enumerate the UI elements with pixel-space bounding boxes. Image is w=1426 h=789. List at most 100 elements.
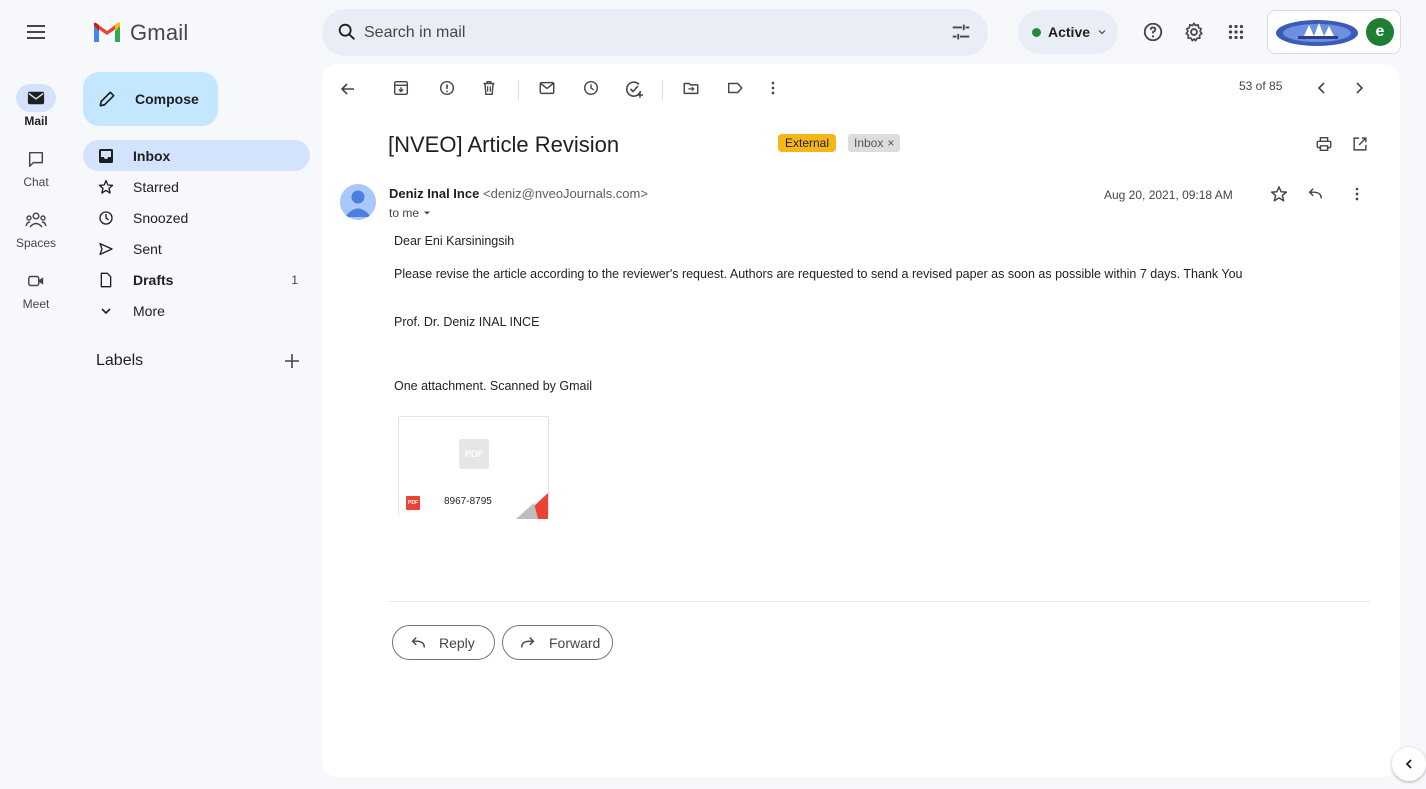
compose-label: Compose bbox=[135, 91, 199, 107]
reply-icon-button[interactable] bbox=[1306, 185, 1324, 203]
person-icon bbox=[345, 190, 371, 217]
help-icon bbox=[1143, 22, 1163, 42]
send-icon bbox=[97, 241, 115, 257]
search-icon[interactable] bbox=[336, 21, 358, 43]
settings-button[interactable] bbox=[1183, 21, 1205, 43]
more-actions-button[interactable] bbox=[764, 79, 782, 97]
reply-icon bbox=[1308, 188, 1323, 199]
star-button[interactable] bbox=[1270, 185, 1288, 203]
sender-avatar[interactable] bbox=[340, 184, 376, 220]
open-in-new-window-button[interactable] bbox=[1351, 135, 1369, 153]
apps-button[interactable] bbox=[1225, 21, 1247, 43]
print-icon bbox=[1316, 136, 1332, 152]
report-spam-icon bbox=[439, 80, 455, 96]
toolbar-divider bbox=[518, 80, 519, 100]
sidebar-item-label: Sent bbox=[133, 240, 162, 257]
rail-label: Mail bbox=[24, 114, 48, 128]
sidebar-item-label: Inbox bbox=[133, 147, 171, 164]
add-task-icon bbox=[625, 81, 643, 98]
toolbar-divider bbox=[662, 80, 663, 100]
mark-unread-button[interactable] bbox=[538, 79, 556, 97]
message-divider bbox=[389, 601, 1370, 602]
rail-item-mail[interactable]: Mail bbox=[0, 84, 72, 128]
rail-item-meet[interactable]: Meet bbox=[0, 267, 72, 311]
back-button[interactable] bbox=[338, 79, 358, 99]
external-tag: External bbox=[778, 134, 837, 152]
gmail-m-icon bbox=[94, 22, 120, 42]
pdf-preview-icon: PDF bbox=[459, 439, 489, 469]
attachments-summary: One attachment. Scanned by Gmail bbox=[394, 379, 593, 393]
create-label-button[interactable] bbox=[282, 351, 302, 371]
snooze-button[interactable] bbox=[582, 79, 600, 97]
sidebar-item-sent[interactable]: Sent bbox=[83, 233, 310, 264]
sidebar-item-label: Drafts bbox=[133, 271, 174, 288]
forward-icon bbox=[520, 636, 535, 648]
remove-label-icon[interactable]: × bbox=[887, 136, 894, 150]
avatar: e bbox=[1366, 18, 1394, 46]
attachment-card[interactable]: PDF PDF 8967-8795 bbox=[398, 416, 549, 519]
forward-button[interactable]: Forward bbox=[502, 625, 613, 660]
sender-name[interactable]: Deniz Inal Ince bbox=[389, 186, 479, 201]
delete-icon bbox=[483, 80, 495, 96]
rail-item-spaces[interactable]: Spaces bbox=[0, 206, 72, 250]
show-side-panel-button[interactable] bbox=[1392, 747, 1426, 781]
report-spam-button[interactable] bbox=[438, 79, 456, 97]
sidebar-item-label: Starred bbox=[133, 178, 179, 195]
message-more-button[interactable] bbox=[1348, 185, 1366, 203]
sidebar-item-snoozed[interactable]: Snoozed bbox=[83, 202, 310, 233]
compose-button[interactable]: Compose bbox=[83, 72, 218, 126]
open-in-new-icon bbox=[1353, 137, 1367, 151]
gmail-logo[interactable]: Gmail bbox=[92, 20, 188, 46]
label-button[interactable] bbox=[726, 79, 744, 97]
search-input[interactable] bbox=[364, 21, 924, 45]
back-icon bbox=[340, 83, 354, 95]
help-button[interactable] bbox=[1142, 21, 1164, 43]
add-task-button[interactable] bbox=[624, 79, 644, 99]
email-body-paragraph: Please revise the article according to t… bbox=[394, 267, 1243, 281]
reply-button[interactable]: Reply bbox=[392, 625, 495, 660]
page-curl-icon bbox=[516, 493, 548, 519]
mark-unread-icon bbox=[539, 81, 555, 95]
sidebar-item-inbox[interactable]: Inbox bbox=[83, 140, 310, 171]
account-button[interactable]: e bbox=[1267, 10, 1401, 54]
app-name: Gmail bbox=[130, 20, 189, 45]
status-selector[interactable]: Active bbox=[1018, 10, 1118, 54]
sidebar-item-drafts[interactable]: Drafts 1 bbox=[83, 264, 310, 295]
meet-icon bbox=[16, 267, 56, 295]
search-bar[interactable] bbox=[322, 9, 988, 56]
delete-button[interactable] bbox=[480, 79, 498, 97]
rail-item-chat[interactable]: Chat bbox=[0, 145, 72, 189]
newer-message-button[interactable] bbox=[1312, 78, 1332, 98]
message-date: Aug 20, 2021, 09:18 AM bbox=[1104, 188, 1233, 202]
older-message-button[interactable] bbox=[1349, 78, 1369, 98]
recipient-details-toggle[interactable]: to me bbox=[389, 206, 432, 220]
move-to-icon bbox=[683, 82, 699, 95]
pdf-file-icon: PDF bbox=[406, 496, 420, 510]
main-menu-button[interactable] bbox=[24, 20, 48, 44]
star-icon bbox=[97, 179, 115, 195]
reply-label: Reply bbox=[439, 634, 475, 651]
search-options-icon[interactable] bbox=[950, 21, 972, 43]
caret-down-icon bbox=[424, 211, 431, 215]
top-bar: Gmail Active e bbox=[0, 0, 1426, 64]
gear-icon bbox=[1185, 22, 1203, 42]
spaces-icon bbox=[16, 206, 56, 234]
move-to-button[interactable] bbox=[682, 79, 700, 97]
sidebar-item-starred[interactable]: Starred bbox=[83, 171, 310, 202]
sidebar-item-label: Snoozed bbox=[133, 209, 189, 226]
sidebar-item-more[interactable]: More bbox=[83, 295, 310, 326]
message-view: 53 of 85 [NVEO] Article Revision Externa… bbox=[322, 64, 1400, 777]
more-vert-icon bbox=[771, 81, 775, 95]
snooze-icon bbox=[583, 80, 599, 96]
rail-label: Spaces bbox=[15, 236, 57, 250]
inbox-label-chip[interactable]: Inbox × bbox=[848, 134, 901, 152]
print-button[interactable] bbox=[1315, 135, 1333, 153]
attachment-name: 8967-8795 bbox=[444, 496, 492, 507]
apps-grid-icon bbox=[1228, 24, 1244, 40]
chevron-down-icon bbox=[97, 304, 115, 318]
status-label: Active bbox=[1048, 24, 1091, 40]
archive-icon bbox=[393, 80, 409, 96]
draft-icon bbox=[97, 272, 115, 288]
archive-button[interactable] bbox=[392, 79, 410, 97]
more-vert-icon bbox=[1355, 187, 1359, 201]
